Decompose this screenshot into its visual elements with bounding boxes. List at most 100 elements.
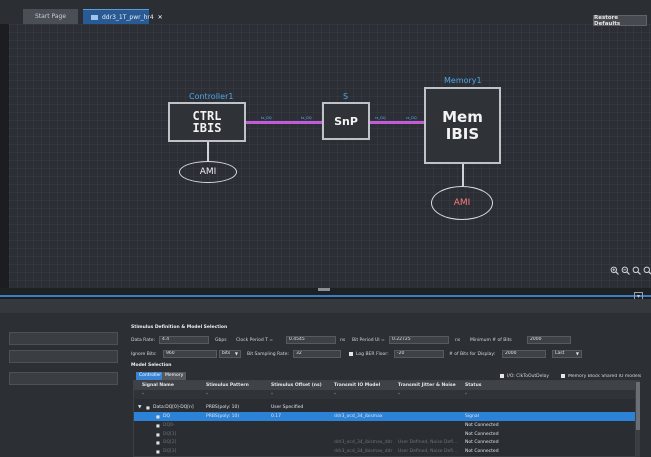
app-window: Start Page ddr3_1T_pwr_hr4 ✕ Controller1 … xyxy=(0,0,651,457)
filter-icon: * xyxy=(206,392,208,397)
tab-ddr-label: ddr3_1T_pwr_hr4 xyxy=(102,14,154,21)
mem-block-label: Memory Block Shared IO models xyxy=(568,374,642,379)
bit-period-label: Bit Period UI = xyxy=(352,338,385,343)
table-row[interactable]: ■ DQ[3] ddr3_ocd_34_ibismax_ddr User Def… xyxy=(134,447,635,456)
bit-sampling-input[interactable]: 32 xyxy=(293,350,341,358)
pin-label: rx_DQ xyxy=(375,116,386,120)
memory-title: Memory1 xyxy=(444,76,482,85)
bits-display-label: # of Bits for Display: xyxy=(449,352,496,357)
bits-display-input[interactable]: 2000 xyxy=(502,350,546,358)
io-delay-label: I/O: ClkToOutDelay xyxy=(507,374,550,379)
snp-block[interactable]: SnP xyxy=(322,102,370,140)
checkbox[interactable]: ■ xyxy=(156,414,160,419)
left-field[interactable] xyxy=(9,372,118,385)
table-header: Signal Name Stimulus Pattern Stimulus Of… xyxy=(134,381,635,390)
checkbox[interactable]: ■ xyxy=(156,440,160,445)
schematic-canvas[interactable]: Controller1 CTRL IBIS AMI tx_DQ tx_DQ S S… xyxy=(9,24,651,288)
bit-period-input[interactable]: 0.22725 xyxy=(389,336,449,344)
cell-signal: DQ[2] xyxy=(163,440,177,445)
min-bits-input[interactable]: 2000 xyxy=(527,336,571,344)
clock-period-unit: ns xyxy=(340,338,346,343)
expand-icon[interactable]: ▼ xyxy=(138,405,141,410)
restore-defaults-button[interactable]: Restore Defaults xyxy=(593,15,647,27)
memory-line1: Mem xyxy=(442,107,483,126)
clock-period-input[interactable]: 0.4545 xyxy=(286,336,336,344)
left-field[interactable] xyxy=(9,332,118,345)
bit-period-unit: ns xyxy=(455,338,461,343)
panel-toolbar xyxy=(0,299,651,313)
mem-block-checkbox[interactable] xyxy=(561,374,565,378)
model-selection-title: Model Selection xyxy=(131,363,172,368)
controller-ami-link xyxy=(207,142,209,161)
tab-start-page[interactable]: Start Page xyxy=(23,9,78,24)
memory-line2: IBIS xyxy=(445,124,480,143)
subtab-controller[interactable]: Controller xyxy=(136,372,165,380)
table-scrollbar[interactable] xyxy=(636,380,640,457)
tab-ddr-design[interactable]: ddr3_1T_pwr_hr4 ✕ xyxy=(83,9,163,24)
memory-block[interactable]: Mem IBIS xyxy=(424,87,501,164)
col-signal-name[interactable]: Signal Name xyxy=(142,383,174,388)
zoom-fit-icon[interactable] xyxy=(632,266,641,275)
panel-splitter[interactable] xyxy=(0,288,651,297)
cell-status: Not Connected xyxy=(465,448,499,454)
left-field[interactable] xyxy=(9,350,118,363)
cell-signal: DQ0- xyxy=(163,423,175,428)
document-tab-bar: Start Page ddr3_1T_pwr_hr4 ✕ xyxy=(0,0,651,24)
controller-line2: IBIS xyxy=(192,121,222,135)
zoom-in-icon[interactable] xyxy=(610,266,619,275)
cell-signal: DQ xyxy=(163,414,171,419)
checkbox[interactable]: ■ xyxy=(146,405,150,410)
cell-pattern: PRBS(poly: 10) xyxy=(206,414,240,419)
data-rate-label: Data Rate: xyxy=(131,338,156,343)
checkbox[interactable]: ■ xyxy=(156,449,160,454)
data-rate-input[interactable]: 4.4 xyxy=(159,336,209,344)
subtab-memory[interactable]: Memory xyxy=(162,372,187,380)
cell-status: Not Connected xyxy=(465,440,499,445)
ignore-bits-unit: bits xyxy=(222,351,231,356)
col-status[interactable]: Status xyxy=(465,383,481,388)
col-stimulus-offset[interactable]: Stimulus Offset (ns) xyxy=(271,383,322,388)
ignore-bits-input[interactable]: 960 xyxy=(163,350,217,358)
last-select[interactable]: Last ▼ xyxy=(552,350,582,358)
zoom-out-icon[interactable] xyxy=(621,266,630,275)
cell-status: Not Connected xyxy=(465,423,499,428)
cell-pattern: PRBS(poly: 10) xyxy=(206,405,240,410)
wire-controller-snp[interactable] xyxy=(246,121,322,124)
log-ber-checkbox[interactable] xyxy=(349,352,353,356)
cell-offset: 0.17 xyxy=(271,414,282,419)
checkbox[interactable]: ■ xyxy=(156,423,160,428)
table-row[interactable]: ■ DQ[2] ddr3_ocd_34_ibismax_ddr User Def… xyxy=(134,438,635,447)
signal-table: Signal Name Stimulus Pattern Stimulus Of… xyxy=(133,380,636,457)
filter-row[interactable]: * * * * * * xyxy=(134,390,635,399)
scrollbar-thumb[interactable] xyxy=(636,382,640,430)
memory-ami-link xyxy=(462,164,464,186)
pin-label: tx_DQ xyxy=(261,116,272,120)
cell-model: ddr3_ocd_34_ibismax_ddr xyxy=(334,448,393,454)
filter-icon: * xyxy=(142,392,144,397)
stimulus-section-title: Stimulus Definition & Model Selection xyxy=(131,325,228,330)
snp-title: S xyxy=(343,92,349,101)
cell-jitter: User Defined, Noise Defi... xyxy=(398,448,458,454)
zoom-reset-icon[interactable] xyxy=(643,266,651,275)
data-rate-unit: Gbps xyxy=(215,338,227,343)
log-ber-input[interactable]: -20 xyxy=(394,350,444,358)
table-row-selected[interactable]: ■ DQ PRBS(poly: 10) 0.17 ddr3_ocd_34_ibi… xyxy=(134,412,635,421)
table-row[interactable]: ■ DQ[1] Not Connected xyxy=(134,430,635,439)
controller-ami-node[interactable]: AMI xyxy=(179,161,237,183)
splitter-grip[interactable] xyxy=(318,288,330,291)
cell-offset: User Specified xyxy=(271,405,304,410)
col-transmit-jitter[interactable]: Transmit Jitter & Noise xyxy=(398,383,456,388)
table-row[interactable]: ■ DQ0- Not Connected xyxy=(134,421,635,430)
wire-snp-memory[interactable] xyxy=(370,121,424,124)
ignore-bits-label: Ignore Bits: xyxy=(131,352,157,357)
close-tab-icon[interactable]: ✕ xyxy=(158,14,163,21)
controller-block[interactable]: CTRL IBIS xyxy=(168,102,246,142)
cell-status: Signal xyxy=(465,414,479,419)
io-delay-checkbox[interactable] xyxy=(500,374,504,378)
col-stimulus-pattern[interactable]: Stimulus Pattern xyxy=(206,383,249,388)
ignore-bits-unit-select[interactable]: bits ▼ xyxy=(219,350,241,358)
col-transmit-model[interactable]: Transmit IO Model xyxy=(334,383,380,388)
table-row[interactable]: ▼ ■ Data:DQ[0]-DQ[n] PRBS(poly: 10) User… xyxy=(134,403,635,412)
memory-ami-node[interactable]: AMI xyxy=(431,186,493,220)
checkbox[interactable]: ■ xyxy=(156,432,160,437)
